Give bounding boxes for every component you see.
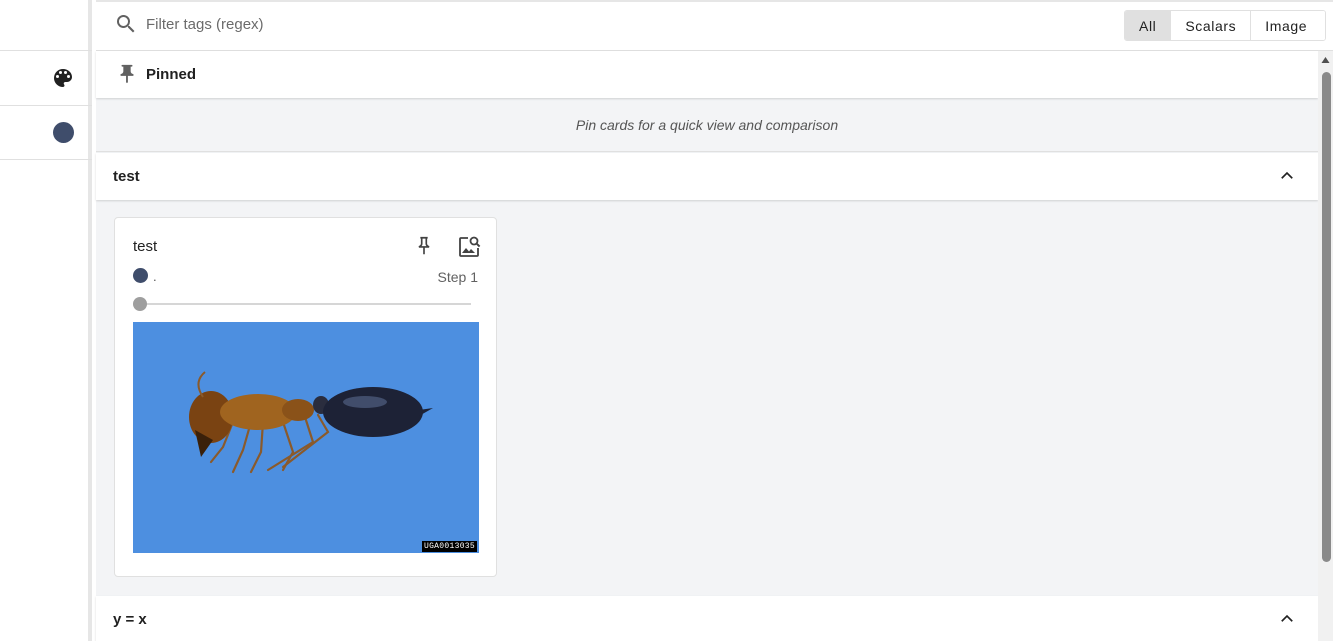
run-name: . [153, 269, 157, 284]
tag-filter-input[interactable] [146, 11, 746, 37]
run-color-dot [133, 268, 148, 283]
image-zoom-icon[interactable] [456, 234, 482, 260]
plugin-type-filter: All Scalars Image [1124, 10, 1327, 41]
main-panel: All Scalars Image Pinned Pin cards for a… [96, 0, 1333, 641]
group-header-test[interactable]: test [96, 153, 1318, 200]
pinned-title: Pinned [146, 66, 197, 83]
pinned-section-header: Pinned [96, 51, 1318, 98]
scroll-up-arrow-icon[interactable] [1321, 56, 1330, 64]
group-title: test [113, 168, 140, 185]
step-label: Step 1 [437, 269, 478, 285]
group-header-y-equals-x[interactable]: y = x [96, 596, 1318, 641]
step-slider[interactable] [139, 303, 471, 305]
step-slider-thumb[interactable] [133, 297, 147, 311]
sidebar-run-row[interactable] [0, 106, 92, 160]
run-color-swatch[interactable] [53, 122, 74, 143]
sidebar-header-row [0, 0, 92, 51]
chevron-up-icon[interactable] [1278, 610, 1296, 628]
scrollbar-thumb[interactable] [1322, 72, 1331, 562]
chevron-up-icon[interactable] [1278, 167, 1296, 185]
image-card: test . Step 1 UGA0013035 [114, 217, 497, 577]
pin-card-icon[interactable] [413, 234, 435, 258]
ant-image: UGA0013035 [133, 322, 479, 553]
sidebar-color-palette-row [0, 51, 92, 106]
search-icon [117, 15, 135, 33]
group-title: y = x [113, 611, 147, 628]
filter-all-button[interactable]: All [1125, 11, 1172, 40]
vertical-scrollbar[interactable] [1318, 51, 1333, 641]
filter-scalars-button[interactable]: Scalars [1171, 11, 1252, 40]
filter-toolbar: All Scalars Image [96, 0, 1333, 51]
palette-icon[interactable] [51, 66, 75, 90]
ant-illustration [133, 322, 479, 553]
runs-sidebar [0, 0, 92, 641]
pinned-empty-message: Pin cards for a quick view and compariso… [96, 98, 1318, 152]
image-watermark-label: UGA0013035 [421, 541, 477, 552]
card-title: test [133, 238, 158, 255]
filter-image-button[interactable]: Image [1251, 11, 1326, 40]
pin-icon [120, 64, 134, 84]
